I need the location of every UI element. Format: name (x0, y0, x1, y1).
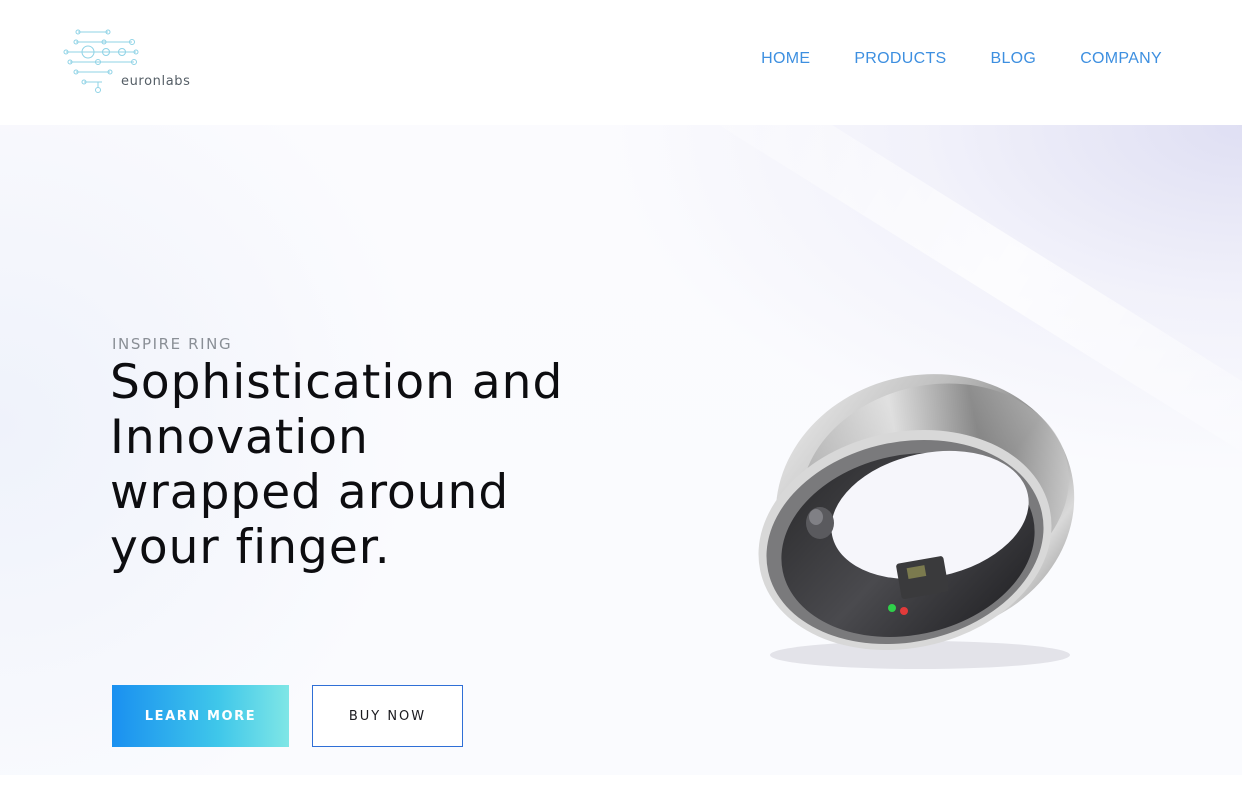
buy-now-button[interactable]: BUY NOW (312, 685, 463, 747)
main-nav: HOME PRODUCTS BLOG COMPANY (761, 50, 1162, 68)
headline-line: Sophistication and (110, 355, 564, 410)
learn-more-button[interactable]: LEARN MORE (112, 685, 289, 747)
smart-ring-icon (758, 374, 1075, 669)
nav-blog[interactable]: BLOG (991, 50, 1037, 68)
headline-line: Innovation (110, 410, 369, 465)
brand-logo[interactable]: euronlabs (62, 26, 202, 96)
nav-products[interactable]: PRODUCTS (854, 50, 946, 68)
brand-name: euronlabs (121, 74, 191, 89)
headline-line: wrapped around (110, 465, 510, 520)
hero-eyebrow: INSPIRE RING (112, 335, 233, 353)
site-header: euronlabs HOME PRODUCTS BLOG COMPANY (0, 0, 1242, 125)
smart-ring-image (720, 355, 1100, 685)
nav-company[interactable]: COMPANY (1080, 50, 1162, 68)
headline-line: your finger. (110, 520, 391, 575)
nav-home[interactable]: HOME (761, 50, 810, 68)
hero-headline: Sophistication and Innovation wrapped ar… (110, 355, 670, 575)
